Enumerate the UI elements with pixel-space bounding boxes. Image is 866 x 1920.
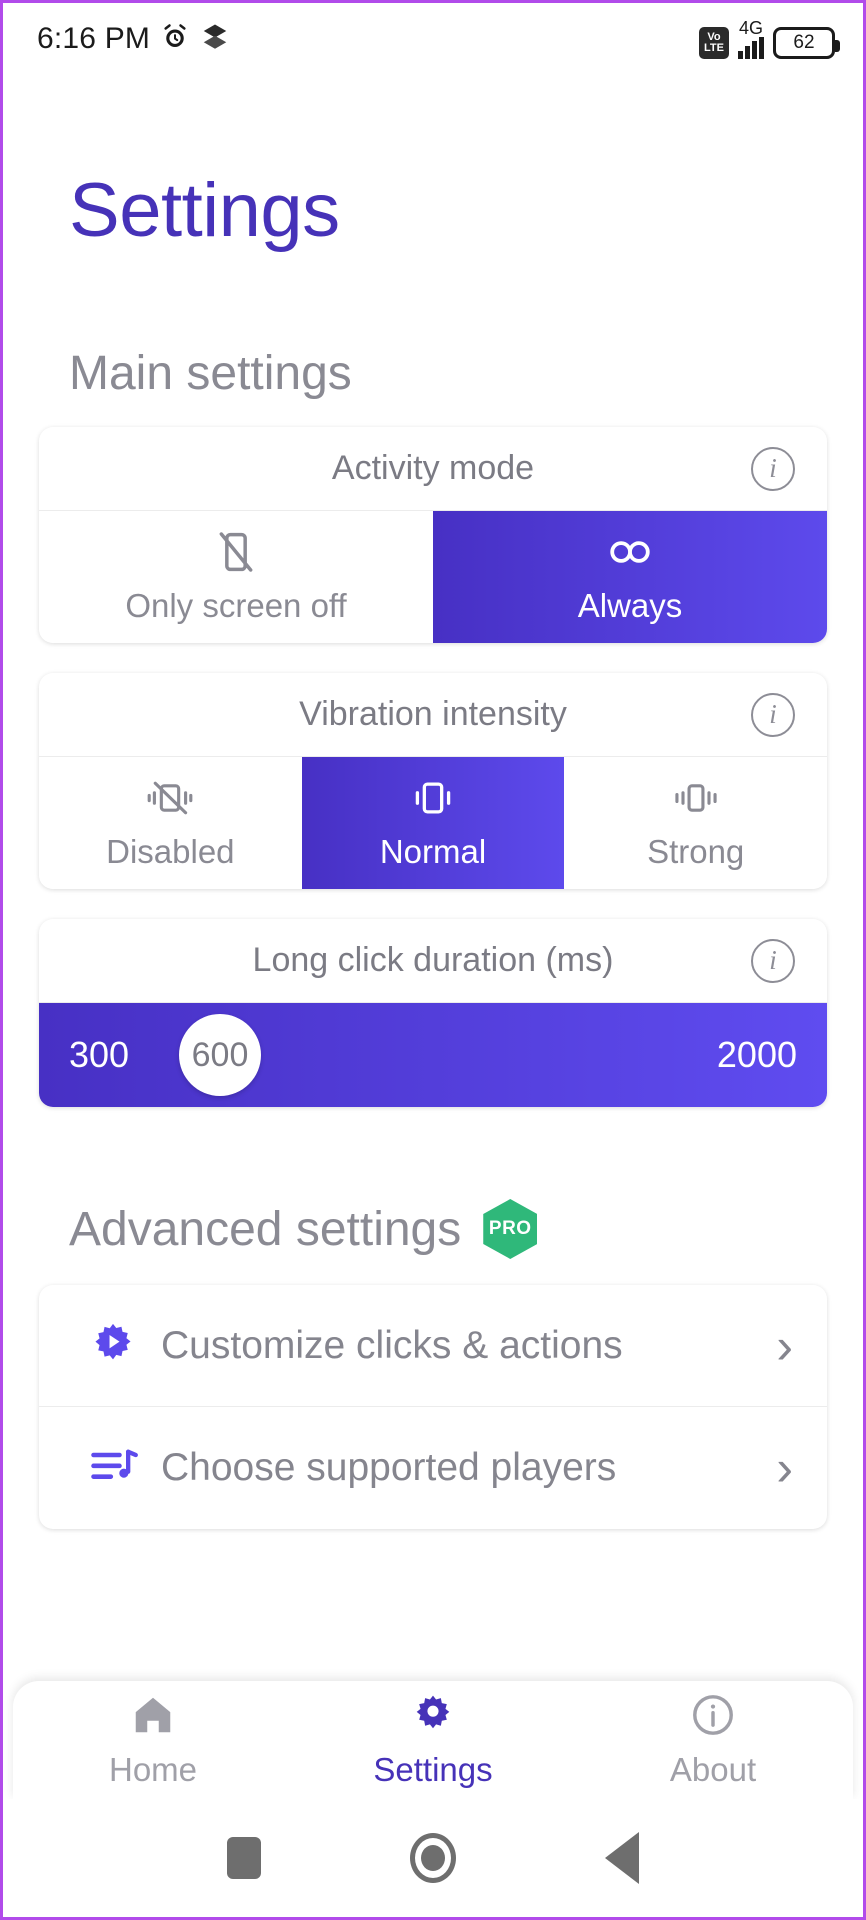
gear-icon (410, 1692, 456, 1743)
signal-bars-icon (738, 37, 764, 59)
info-icon[interactable]: i (751, 447, 795, 491)
long-click-duration-card: Long click duration (ms) i 300 600 2000 (39, 919, 827, 1107)
info-icon[interactable]: i (751, 693, 795, 737)
vibration-strong-icon (670, 775, 722, 821)
long-click-duration-header: Long click duration (ms) i (39, 919, 827, 1003)
info-icon[interactable]: i (751, 939, 795, 983)
playlist-music-icon (87, 1442, 161, 1494)
slider-thumb[interactable]: 600 (179, 1014, 261, 1096)
activity-mode-card: Activity mode i Only screen off Always (39, 427, 827, 643)
system-navigation-bar (3, 1799, 863, 1917)
chevron-right-icon: › (776, 1448, 793, 1488)
vibration-off-icon (144, 775, 196, 821)
vibration-normal-icon (407, 775, 459, 821)
activity-mode-option-only-screen-off[interactable]: Only screen off (39, 511, 433, 643)
network-type-label: 4G (739, 19, 763, 37)
vibration-option-label: Strong (647, 833, 744, 871)
triangle-back-icon[interactable] (605, 1832, 639, 1884)
list-item-label: Choose supported players (161, 1446, 776, 1490)
main-settings-heading-label: Main settings (69, 346, 352, 401)
chevron-right-icon: › (776, 1326, 793, 1366)
vibration-option-disabled[interactable]: Disabled (39, 757, 302, 889)
list-item-label: Customize clicks & actions (161, 1324, 776, 1368)
long-click-duration-title: Long click duration (ms) (253, 941, 614, 980)
gear-play-icon (87, 1320, 161, 1372)
alarm-clock-icon (160, 22, 190, 57)
infinity-icon (603, 529, 657, 575)
vibration-intensity-segmented-control: Disabled Normal Strong (39, 757, 827, 889)
vibration-option-normal[interactable]: Normal (302, 757, 565, 889)
list-item-choose-players[interactable]: Choose supported players › (39, 1407, 827, 1529)
status-bar-right: Vo LTE 4G 62 (699, 19, 835, 59)
square-recents-icon[interactable] (227, 1837, 261, 1879)
status-bar-left: 6:16 PM (37, 22, 230, 57)
long-click-duration-slider[interactable]: 300 600 2000 (39, 1003, 827, 1107)
nav-item-settings[interactable]: Settings (293, 1692, 573, 1789)
activity-mode-header: Activity mode i (39, 427, 827, 511)
list-item-customize-clicks[interactable]: Customize clicks & actions › (39, 1285, 827, 1407)
nav-item-label: Home (109, 1751, 197, 1789)
status-bar: 6:16 PM Vo LTE 4G 62 (3, 3, 863, 75)
activity-mode-option-always[interactable]: Always (433, 511, 827, 643)
nav-item-label: About (670, 1751, 756, 1789)
info-circle-icon (690, 1692, 736, 1743)
vibration-option-label: Normal (380, 833, 486, 871)
network-indicator: 4G (738, 19, 764, 59)
slider-min-label: 300 (69, 1034, 129, 1076)
status-bar-clock: 6:16 PM (37, 22, 150, 56)
app-notification-icon (200, 22, 230, 57)
nav-item-label: Settings (373, 1751, 492, 1789)
advanced-settings-list: Customize clicks & actions › Choose supp… (39, 1285, 827, 1529)
nav-item-about[interactable]: About (573, 1692, 853, 1789)
activity-mode-segmented-control: Only screen off Always (39, 511, 827, 643)
vibration-intensity-card: Vibration intensity i Disabled Normal (39, 673, 827, 889)
page-title: Settings (69, 167, 863, 254)
activity-mode-option-label: Always (578, 587, 683, 625)
bottom-navigation-bar: Home Settings About (13, 1681, 853, 1799)
activity-mode-title: Activity mode (332, 449, 534, 488)
vibration-option-label: Disabled (106, 833, 234, 871)
volte-icon: Vo LTE (699, 27, 729, 59)
vibration-intensity-title: Vibration intensity (299, 695, 567, 734)
advanced-settings-heading: Advanced settings PRO (69, 1199, 863, 1259)
slider-max-label: 2000 (717, 1034, 797, 1076)
home-icon (130, 1692, 176, 1743)
circle-home-icon[interactable] (410, 1833, 456, 1883)
activity-mode-option-label: Only screen off (125, 587, 346, 625)
vibration-option-strong[interactable]: Strong (564, 757, 827, 889)
nav-item-home[interactable]: Home (13, 1692, 293, 1789)
phone-screen-off-icon (214, 529, 258, 575)
battery-indicator: 62 (773, 27, 835, 59)
vibration-intensity-header: Vibration intensity i (39, 673, 827, 757)
advanced-settings-heading-label: Advanced settings (69, 1202, 461, 1257)
pro-badge: PRO (483, 1199, 537, 1259)
main-settings-heading: Main settings (69, 346, 863, 401)
